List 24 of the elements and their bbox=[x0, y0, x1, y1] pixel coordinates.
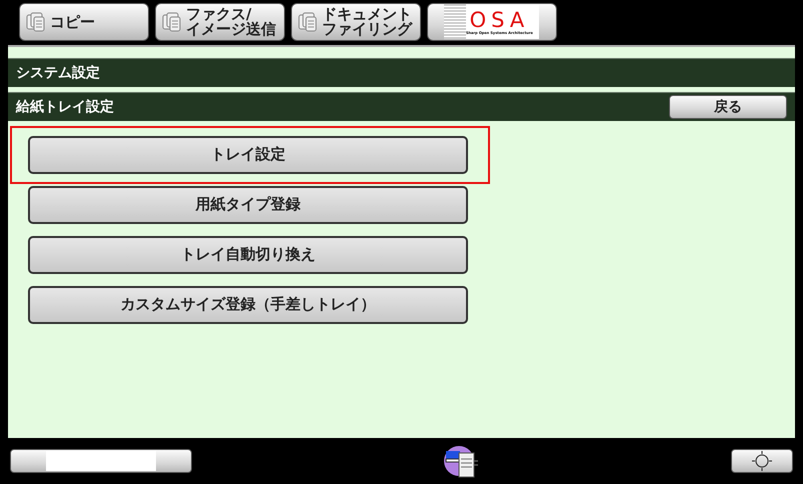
tab-label: イメージ送信 bbox=[186, 22, 276, 37]
mode-tab[interactable]: コピー bbox=[19, 3, 149, 41]
document-stack-icon bbox=[26, 11, 46, 33]
stripes-icon bbox=[444, 4, 466, 40]
back-button[interactable]: 戻る bbox=[669, 94, 787, 119]
printer-status-icon bbox=[444, 443, 480, 480]
tab-label: ファイリング bbox=[322, 22, 412, 37]
title-text: システム設定 bbox=[16, 64, 100, 82]
logo-text: OSA bbox=[470, 8, 530, 30]
tab-label: ドキュメント bbox=[322, 7, 412, 22]
menu-button[interactable]: 用紙タイプ登録 bbox=[28, 186, 468, 224]
tab-label: コピー bbox=[50, 14, 95, 30]
sun-icon bbox=[752, 451, 772, 472]
status-button[interactable] bbox=[10, 449, 192, 474]
menu-button[interactable]: トレイ自動切り換え bbox=[28, 236, 468, 274]
mode-tab[interactable]: ファクス/ イメージ送信 bbox=[155, 3, 285, 41]
document-stack-icon bbox=[298, 11, 318, 33]
menu-button[interactable]: カスタムサイズ登録（手差しトレイ） bbox=[28, 286, 468, 324]
brightness-button[interactable] bbox=[731, 449, 793, 474]
document-stack-icon bbox=[162, 11, 182, 33]
tab-label: ファクス/ bbox=[186, 7, 252, 22]
sub-title-text: 給紙トレイ設定 bbox=[16, 98, 114, 116]
menu-button[interactable]: トレイ設定 bbox=[28, 136, 468, 174]
mode-tab[interactable]: ドキュメント ファイリング bbox=[291, 3, 421, 41]
